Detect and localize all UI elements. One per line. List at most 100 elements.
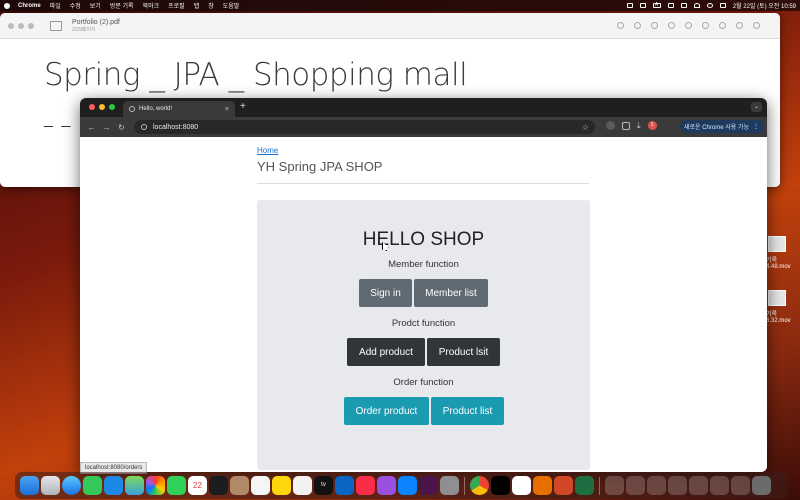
menu-history[interactable]: 방문 기록 <box>110 1 134 10</box>
input-source-icon[interactable]: A <box>652 3 661 8</box>
profile-avatar[interactable]: 1 <box>647 121 657 130</box>
new-tab-button[interactable]: + <box>240 101 246 112</box>
tab-close-icon[interactable]: × <box>225 106 229 113</box>
finder-icon[interactable] <box>20 476 39 495</box>
minimized-window-icon[interactable] <box>710 476 729 495</box>
address-bar[interactable]: localhost:8080 ☆ <box>134 120 595 134</box>
contacts-icon[interactable] <box>230 476 249 495</box>
menu-tab[interactable]: 탭 <box>194 1 200 10</box>
extension-icon[interactable] <box>606 121 615 130</box>
annotate-icon[interactable] <box>736 22 743 29</box>
settings-icon[interactable] <box>440 476 459 495</box>
github-icon[interactable] <box>512 476 531 495</box>
close-window-icon[interactable] <box>89 104 95 110</box>
menubar-datetime[interactable]: 2월 22일 (토) 오전 10:59 <box>733 1 796 10</box>
product-list-button[interactable]: Product lsit <box>427 338 500 366</box>
freeform-icon[interactable] <box>293 476 312 495</box>
download-icon[interactable]: ⤓ <box>637 121 641 130</box>
menu-profiles[interactable]: 프로필 <box>168 1 185 10</box>
java-icon[interactable] <box>533 476 552 495</box>
slack-icon[interactable] <box>419 476 438 495</box>
order-list-button[interactable]: Product list <box>431 397 504 425</box>
excel-icon[interactable] <box>575 476 594 495</box>
info-icon[interactable] <box>617 22 624 29</box>
zoom-window-icon[interactable] <box>109 104 115 110</box>
wifi-icon[interactable] <box>693 3 700 8</box>
appletv-icon[interactable]: tv <box>314 476 333 495</box>
menu-app-name[interactable]: Chrome <box>18 3 41 9</box>
tab-hello-world[interactable]: Hello, world! × <box>123 101 235 117</box>
sign-in-button[interactable]: Sign in <box>359 279 412 307</box>
sidebar-toggle-icon[interactable] <box>50 20 62 31</box>
menu-file[interactable]: 파일 <box>50 1 61 10</box>
back-icon[interactable]: ← <box>84 123 99 132</box>
bookmark-star-icon[interactable]: ☆ <box>582 123 589 132</box>
highlight-icon[interactable] <box>685 22 692 29</box>
safari-icon[interactable] <box>62 476 81 495</box>
menu-bookmarks[interactable]: 북마크 <box>143 1 160 10</box>
dock-separator <box>464 476 465 495</box>
apple-icon[interactable] <box>4 2 10 9</box>
reminders-icon[interactable] <box>251 476 270 495</box>
maps-icon[interactable] <box>125 476 144 495</box>
terminal-icon[interactable] <box>209 476 228 495</box>
notes-icon[interactable] <box>272 476 291 495</box>
add-product-button[interactable]: Add product <box>347 338 425 366</box>
minimized-window-icon[interactable] <box>605 476 624 495</box>
home-link[interactable]: Home <box>257 146 278 155</box>
powerpoint-icon[interactable] <box>554 476 573 495</box>
forward-icon[interactable]: → <box>99 123 114 132</box>
battery-icon[interactable] <box>680 3 687 8</box>
appstore-icon[interactable] <box>398 476 417 495</box>
facetime-icon[interactable] <box>167 476 186 495</box>
tab-search-chevron-icon[interactable]: ⌄ <box>751 102 762 112</box>
photos-icon[interactable] <box>146 476 165 495</box>
trash-icon[interactable] <box>752 476 771 495</box>
minimized-window-icon[interactable] <box>731 476 750 495</box>
zoom-window-icon[interactable] <box>28 22 34 29</box>
search-icon[interactable] <box>753 22 760 29</box>
spotlight-icon[interactable] <box>706 3 713 8</box>
minimized-window-icon[interactable] <box>689 476 708 495</box>
rotate-icon[interactable] <box>719 22 726 29</box>
podcasts-icon[interactable] <box>377 476 396 495</box>
chrome-icon[interactable] <box>470 476 489 495</box>
more-menu-icon[interactable]: ⋮ <box>753 123 759 130</box>
zoom-out-icon[interactable] <box>634 22 641 29</box>
music-icon[interactable] <box>356 476 375 495</box>
zoom-in-icon[interactable] <box>651 22 658 29</box>
control-center-icon[interactable] <box>719 3 726 8</box>
desktop-file[interactable]: 기록 4.48.mov <box>766 236 800 270</box>
keyboard-icon[interactable] <box>639 3 646 8</box>
launchpad-icon[interactable] <box>41 476 60 495</box>
desktop-file[interactable]: 기록 6.32.mov <box>766 290 800 324</box>
file-thumbnail-icon <box>768 290 786 306</box>
messages-icon[interactable] <box>83 476 102 495</box>
menu-edit[interactable]: 수정 <box>70 1 81 10</box>
minimize-window-icon[interactable] <box>99 104 105 110</box>
minimized-window-icon[interactable] <box>668 476 687 495</box>
minimized-window-icon[interactable] <box>647 476 666 495</box>
markup-icon[interactable] <box>702 22 709 29</box>
menu-window[interactable]: 창 <box>208 1 214 10</box>
record-icon[interactable] <box>626 3 633 8</box>
minimize-window-icon[interactable] <box>18 22 24 29</box>
menu-view[interactable]: 보기 <box>90 1 101 10</box>
calendar-icon[interactable]: 22 <box>188 476 207 495</box>
intellij-icon[interactable] <box>491 476 510 495</box>
menu-help[interactable]: 도움말 <box>223 1 240 10</box>
minimized-window-icon[interactable] <box>626 476 645 495</box>
close-window-icon[interactable] <box>8 22 14 29</box>
product-section-label: Prodct function <box>391 318 456 329</box>
order-product-button[interactable]: Order product <box>344 397 429 425</box>
mail-icon[interactable] <box>104 476 123 495</box>
chrome-update-button[interactable]: 새로운 Chrome 사용 가능 ⋮ <box>680 120 764 133</box>
member-list-button[interactable]: Member list <box>414 279 488 307</box>
url-text[interactable]: localhost:8080 <box>153 124 198 131</box>
share-icon[interactable] <box>668 22 675 29</box>
vscode-icon[interactable] <box>335 476 354 495</box>
reload-icon[interactable]: ↻ <box>114 123 129 132</box>
site-info-icon[interactable] <box>141 124 147 130</box>
display-icon[interactable] <box>667 3 674 8</box>
puzzle-icon[interactable] <box>622 121 630 130</box>
